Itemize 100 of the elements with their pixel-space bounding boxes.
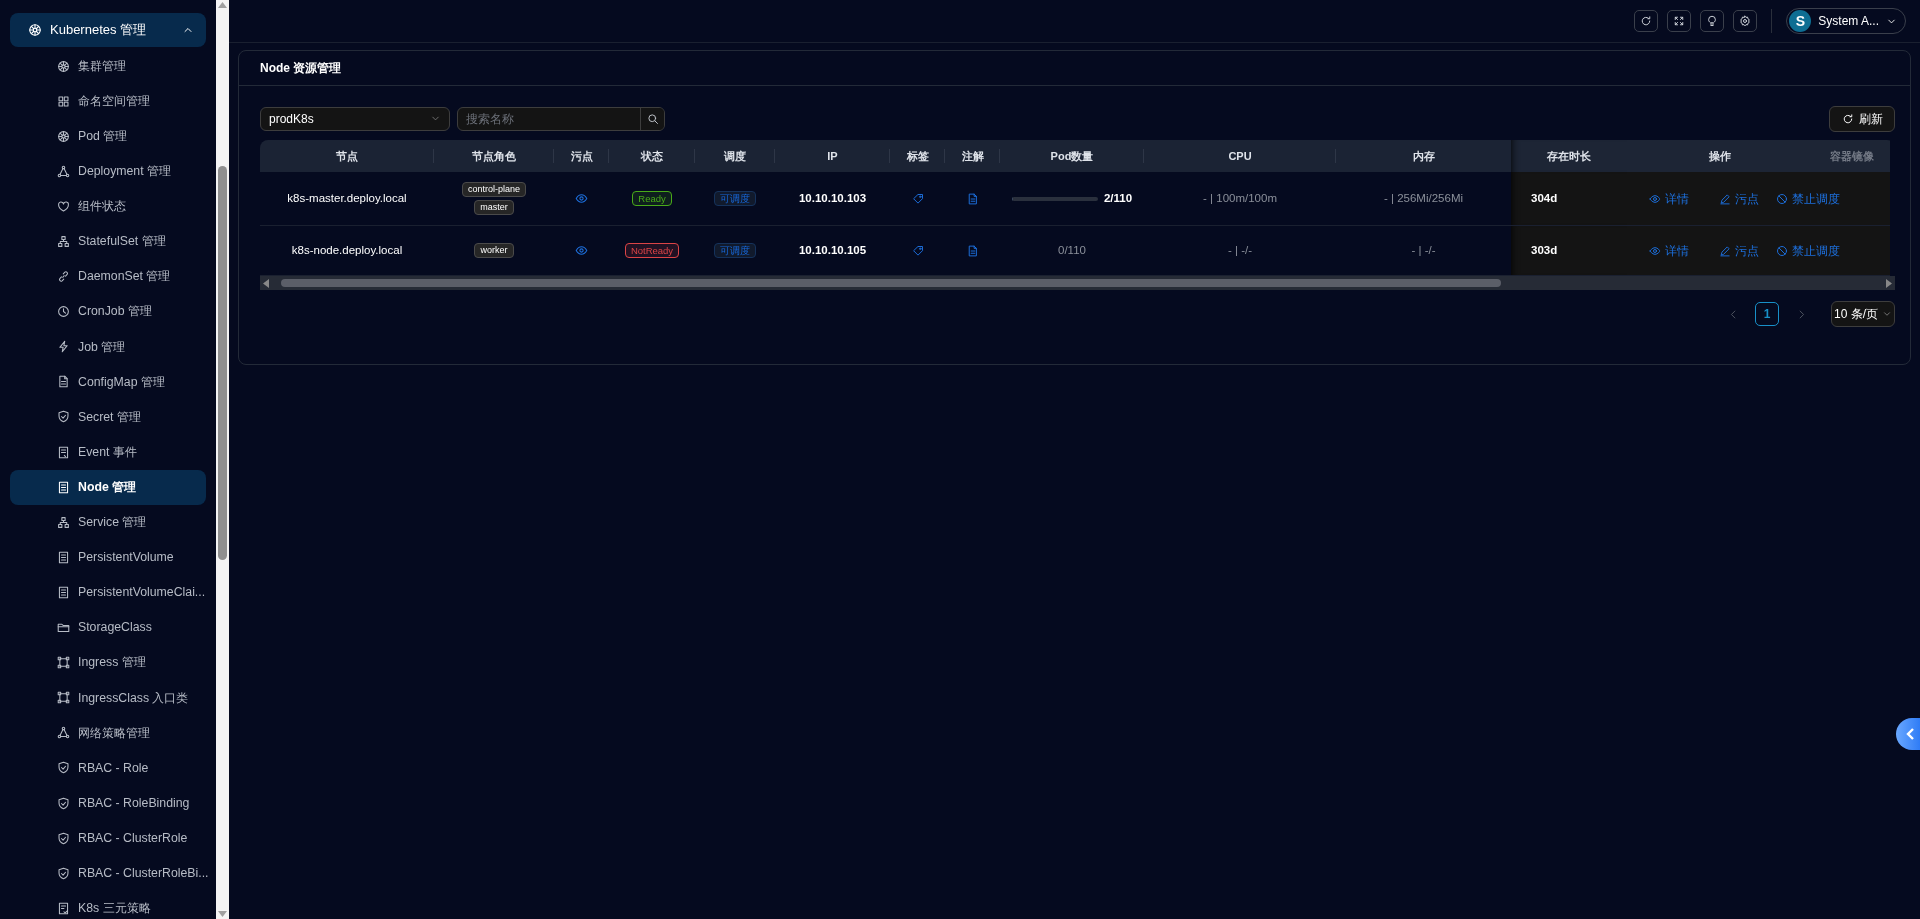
scrollbar[interactable]: [260, 276, 1895, 290]
heart-icon: [57, 199, 70, 213]
column-header: 操作: [1709, 148, 1731, 164]
table-cell-text: - | -/-: [1411, 242, 1436, 258]
settings-icon: [1739, 15, 1752, 27]
sidebar-item[interactable]: 集群管理: [10, 48, 206, 84]
tag-icon: [911, 244, 924, 257]
sidebar-item[interactable]: Node 管理: [10, 469, 206, 505]
panel-title: Node 资源管理: [260, 60, 342, 77]
bolt-icon: [57, 340, 70, 354]
sidebar-item[interactable]: Event 事件: [10, 434, 206, 470]
column-header: 存在时长: [1547, 148, 1591, 164]
table-cell-text: 0/110: [1058, 242, 1086, 258]
eye-icon: [1649, 192, 1661, 205]
collapse-button[interactable]: [1896, 718, 1920, 750]
helm-icon: [57, 59, 70, 73]
column-header: 节点: [336, 148, 358, 164]
sidebar-item[interactable]: DaemonSet 管理: [10, 259, 206, 295]
taint-link[interactable]: 污点: [1719, 241, 1759, 260]
sidebar-item[interactable]: ConfigMap 管理: [10, 364, 206, 400]
grid-icon: [57, 94, 70, 108]
role-tag: control-plane: [462, 182, 526, 197]
sidebar-item[interactable]: 组件状态: [10, 188, 206, 224]
document-icon: [966, 244, 979, 257]
sidebar-item[interactable]: IngressClass 入口类: [10, 680, 206, 716]
annotations-button[interactable]: [966, 192, 979, 205]
annotations-button[interactable]: [966, 244, 979, 257]
status-tag: NotReady: [624, 242, 680, 259]
column-header: Pod数量: [1050, 148, 1094, 164]
sidebar-item[interactable]: Pod 管理: [10, 118, 206, 154]
shield-icon: [57, 761, 70, 775]
scroll-down-icon[interactable]: [218, 911, 227, 917]
sidebar-item[interactable]: CronJob 管理: [10, 294, 206, 330]
fullscreen-icon: [1673, 15, 1686, 27]
refresh-button[interactable]: [1634, 10, 1659, 32]
sidebar-item[interactable]: 命名空间管理: [10, 83, 206, 119]
column-header: 状态: [641, 148, 663, 164]
scrollbar[interactable]: [216, 0, 229, 919]
details-link[interactable]: 详情: [1649, 189, 1689, 208]
hierarchy-icon: [57, 235, 70, 248]
column-header: IP: [827, 148, 838, 164]
shield-icon: [57, 410, 70, 424]
scroll-right-icon[interactable]: [1886, 278, 1892, 288]
document-icon: [966, 192, 979, 205]
table-cell-text: 303d: [1531, 242, 1558, 258]
search-box[interactable]: 搜索名称: [457, 106, 665, 131]
prohibited-icon: [1776, 244, 1788, 257]
cluster-select[interactable]: prodK8s: [260, 106, 450, 131]
eye-icon: [575, 192, 588, 205]
cordon-link[interactable]: 禁止调度: [1776, 241, 1840, 260]
details-link[interactable]: 详情: [1649, 241, 1689, 260]
tag-icon: [911, 192, 924, 205]
menu-group[interactable]: Kubernetes 管理: [10, 13, 206, 47]
table-cell-text: k8s-master.deploy.local: [287, 190, 407, 206]
sidebar-item[interactable]: RBAC - RoleBinding: [10, 785, 206, 821]
scroll-left-icon[interactable]: [263, 278, 269, 288]
sidebar-item[interactable]: K8s 三元策略: [10, 890, 206, 919]
tips-button[interactable]: [1700, 10, 1725, 32]
search-field[interactable]: 搜索名称: [458, 107, 640, 130]
settings-button[interactable]: [1733, 10, 1758, 32]
sidebar-item[interactable]: Secret 管理: [10, 399, 206, 435]
sidebar-item[interactable]: RBAC - Role: [10, 750, 206, 786]
eye-icon: [1649, 244, 1661, 257]
scroll-up-icon[interactable]: [218, 2, 227, 8]
sidebar-item[interactable]: Job 管理: [10, 329, 206, 365]
labels-button[interactable]: [911, 192, 924, 205]
search-button[interactable]: [640, 107, 664, 130]
list-icon: [57, 480, 70, 494]
taint-link[interactable]: 污点: [1719, 189, 1759, 208]
sidebar-item[interactable]: PersistentVolume: [10, 539, 206, 575]
table-cell-text: 304d: [1531, 190, 1558, 206]
shield-icon: [57, 796, 70, 810]
refresh-icon: [1640, 15, 1653, 27]
sidebar-item[interactable]: Deployment 管理: [10, 153, 206, 189]
table-cell-text: k8s-node.deploy.local: [291, 242, 403, 258]
sidebar-item[interactable]: Ingress 管理: [10, 645, 206, 681]
sidebar-item[interactable]: StatefulSet 管理: [10, 223, 206, 260]
sidebar-item[interactable]: RBAC - ClusterRole: [10, 820, 206, 856]
refresh-button[interactable]: 刷新: [1829, 105, 1895, 132]
fullscreen-button[interactable]: [1667, 10, 1692, 32]
taints-button[interactable]: [575, 192, 588, 205]
page-button[interactable]: 1: [1755, 302, 1779, 326]
chevron-icon: [1882, 309, 1892, 319]
sidebar-item[interactable]: PersistentVolumeClai...: [10, 574, 206, 610]
labels-button[interactable]: [911, 244, 924, 257]
role-tag: master: [474, 200, 514, 215]
list-icon: [57, 585, 70, 599]
column-header: 节点角色: [472, 148, 516, 164]
page-size-select[interactable]: 10 条/页: [1831, 301, 1895, 327]
table-cell-text: - | 256Mi/256Mi: [1383, 190, 1463, 206]
cordon-link[interactable]: 禁止调度: [1776, 189, 1840, 208]
sidebar-item[interactable]: RBAC - ClusterRoleBi...: [10, 855, 206, 891]
document-icon: [57, 901, 70, 915]
sidebar-item[interactable]: 网络策略管理: [10, 715, 206, 751]
pencil-icon: [1719, 192, 1731, 205]
taints-button[interactable]: [575, 244, 588, 257]
column-header: 调度: [724, 148, 746, 164]
event-icon: [57, 445, 70, 459]
sidebar-item[interactable]: StorageClass: [10, 610, 206, 646]
sidebar-item[interactable]: Service 管理: [10, 504, 206, 540]
